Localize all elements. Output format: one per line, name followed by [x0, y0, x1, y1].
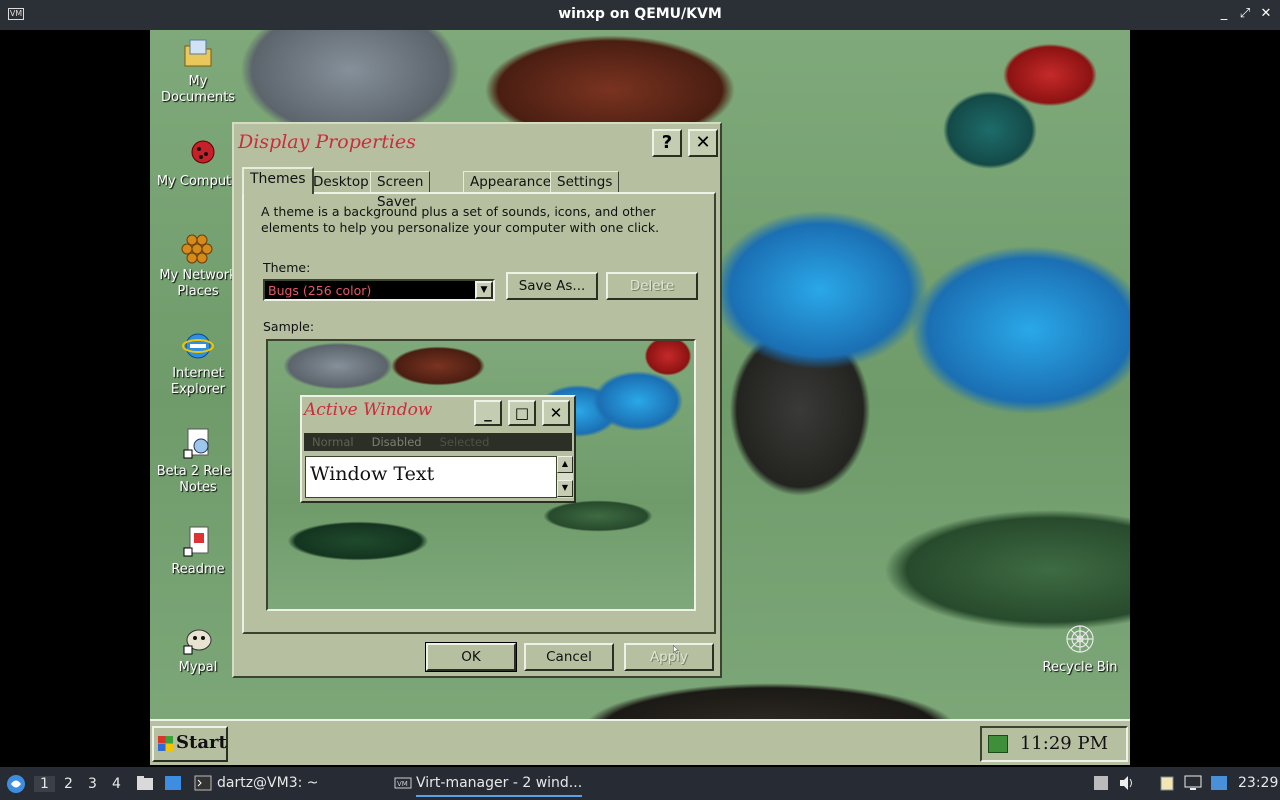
- theme-select-value: Bugs (256 color): [268, 283, 372, 298]
- my-documents-icon: [184, 39, 212, 67]
- close-button[interactable]: ✕: [1258, 5, 1274, 23]
- theme-sample-preview: Active Window _ □ ✕ Normal Disabled Select…: [266, 339, 696, 611]
- volume-icon[interactable]: [1118, 775, 1136, 791]
- terminal-icon: [194, 775, 212, 791]
- guest-taskbar: Start 11:29 PM: [150, 719, 1130, 765]
- guest-display[interactable]: My Documents My Compute My Network Place…: [150, 30, 1130, 765]
- input-method-icon[interactable]: [1092, 775, 1110, 791]
- desktop-icon-label: Mypal: [178, 660, 218, 675]
- close-icon: ✕: [542, 400, 570, 426]
- delete-button[interactable]: Delete: [606, 272, 698, 300]
- updates-icon[interactable]: [1210, 775, 1228, 791]
- sample-menu-selected: Selected: [439, 435, 490, 449]
- internet-explorer-icon: [182, 333, 214, 359]
- scroll-up-icon: ▲: [557, 456, 573, 473]
- guest-clock[interactable]: 11:29 PM: [1020, 733, 1108, 754]
- desktop-icon-label: Recycle Bin: [1042, 660, 1118, 675]
- desktop-icon-label: My Documents: [160, 74, 236, 105]
- sample-window-title: Active Window: [304, 400, 433, 420]
- system-tray: 11:29 PM: [980, 726, 1128, 762]
- workspace-2[interactable]: 2: [64, 776, 73, 792]
- svg-text:VM: VM: [397, 780, 408, 788]
- task-terminal[interactable]: dartz@VM3: ~: [217, 775, 319, 791]
- sample-menu-bar: Normal Disabled Selected: [304, 433, 572, 451]
- recycle-bin-icon: [1066, 625, 1094, 653]
- theme-label: Theme:: [263, 260, 311, 275]
- scroll-down-icon: ▼: [557, 480, 573, 497]
- maximize-button[interactable]: ⤢: [1237, 5, 1253, 23]
- dialog-titlebar[interactable]: Display Properties ? ✕: [236, 126, 718, 158]
- file-manager-icon[interactable]: [136, 775, 154, 791]
- start-button[interactable]: Start: [152, 726, 228, 762]
- start-label: Start: [176, 732, 227, 753]
- host-clock[interactable]: 23:29: [1238, 775, 1278, 791]
- minimize-button[interactable]: _: [1216, 5, 1232, 23]
- workspace-1[interactable]: 1: [34, 776, 55, 792]
- workspace-3[interactable]: 3: [88, 776, 97, 792]
- display-properties-dialog: Display Properties ? ✕ Themes Desktop Sc…: [232, 122, 722, 678]
- windows-flag-icon: [158, 736, 173, 751]
- display-icon[interactable]: [1184, 775, 1202, 791]
- desktop-icon-label: My Network Places: [159, 268, 237, 299]
- desktop-icon-recycle-bin[interactable]: Recycle Bin: [1032, 622, 1128, 676]
- sample-window-text: Window Text: [305, 456, 557, 498]
- workspace-4[interactable]: 4: [112, 776, 121, 792]
- network-status-icon[interactable]: [988, 735, 1008, 753]
- beta2-release-notes-icon: [183, 428, 209, 459]
- desktop-icon-label: Internet Explorer: [170, 366, 226, 397]
- themes-panel: A theme is a background plus a set of so…: [242, 192, 716, 634]
- my-network-places-icon: [181, 234, 213, 264]
- my-computer-icon: [191, 140, 215, 164]
- lxqt-menu-icon[interactable]: [6, 774, 26, 794]
- readme-icon: [183, 526, 209, 557]
- dialog-title: Display Properties: [238, 131, 416, 153]
- desktop-icon-label: Beta 2 Relea Notes: [156, 464, 240, 495]
- cancel-button[interactable]: Cancel: [524, 643, 614, 671]
- dialog-close-button[interactable]: ✕: [688, 129, 718, 157]
- tab-settings[interactable]: Settings: [550, 171, 620, 193]
- task-virt-manager[interactable]: Virt-manager - 2 wind...: [416, 775, 583, 797]
- maximize-icon: □: [508, 400, 536, 426]
- host-window-title: winxp on QEMU/KVM: [558, 6, 722, 22]
- host-titlebar: VM winxp on QEMU/KVM _ ⤢ ✕: [0, 0, 1280, 30]
- mouse-pointer-icon: [673, 645, 679, 654]
- save-as-button[interactable]: Save As...: [506, 272, 598, 300]
- minimize-icon: _: [474, 400, 502, 426]
- tab-appearance[interactable]: Appearance: [463, 171, 559, 193]
- sample-scrollbar: ▲ ▼: [557, 456, 573, 498]
- help-button[interactable]: ?: [652, 129, 682, 157]
- chevron-down-icon[interactable]: ▼: [475, 281, 493, 299]
- desktop-icon-label: Readme: [171, 562, 225, 577]
- sample-label: Sample:: [263, 319, 315, 334]
- show-desktop-icon[interactable]: [164, 775, 182, 791]
- clipboard-icon[interactable]: [1158, 775, 1176, 791]
- theme-select[interactable]: Bugs (256 color) ▼: [263, 279, 495, 301]
- tab-screen-saver[interactable]: Screen Saver: [370, 171, 431, 210]
- sample-menu-disabled: Disabled: [371, 435, 422, 449]
- ok-button[interactable]: OK: [425, 642, 517, 672]
- desktop-icon-label: My Compute: [156, 174, 240, 189]
- tab-desktop[interactable]: Desktop: [306, 171, 376, 193]
- virt-manager-icon: VM: [394, 777, 412, 789]
- host-taskbar: 1 2 3 4 dartz@VM3: ~ VM Virt-manager - 2…: [0, 767, 1280, 800]
- desktop-icon-my-documents[interactable]: My Documents: [150, 36, 246, 106]
- sample-active-window: Active Window _ □ ✕ Normal Disabled Select…: [300, 395, 576, 503]
- mypal-icon: [183, 629, 212, 655]
- tab-themes[interactable]: Themes: [242, 167, 314, 194]
- sample-menu-normal: Normal: [312, 435, 354, 449]
- theme-description: A theme is a background plus a set of so…: [261, 204, 660, 235]
